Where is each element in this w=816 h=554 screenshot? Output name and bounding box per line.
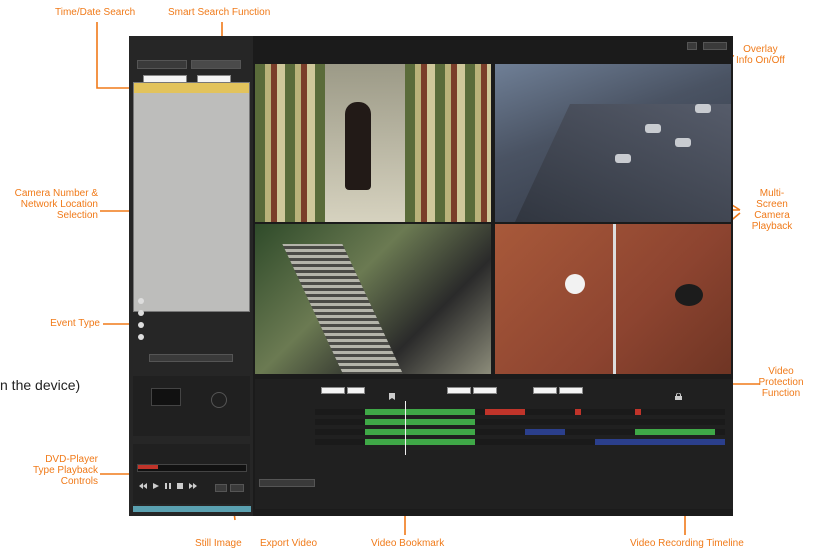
video-bookmark-label: Video Bookmark: [371, 538, 445, 549]
tab-smart-search[interactable]: [191, 60, 241, 69]
road-scene: [500, 104, 731, 222]
record-segment: [635, 429, 715, 435]
event-radio[interactable]: [138, 298, 144, 304]
camera-selection-label: Camera Number & Network Location Selecti…: [14, 188, 98, 221]
event-type-label: Event Type: [50, 318, 100, 329]
recording-timeline[interactable]: [255, 379, 733, 509]
multi-screen-label: Multi- Screen Camera Playback: [751, 188, 793, 232]
fast-forward-icon[interactable]: [189, 476, 197, 489]
search-button[interactable]: [149, 354, 233, 362]
video-protection-label: Video Protection Function: [758, 366, 804, 399]
end-field[interactable]: [533, 387, 557, 394]
timeline-time-field[interactable]: [347, 387, 365, 394]
motion-segment: [525, 429, 565, 435]
person: [675, 284, 703, 306]
lock-icon[interactable]: [675, 387, 682, 400]
timeline-date-field[interactable]: [321, 387, 345, 394]
recording-timeline-label: Video Recording Timeline: [630, 538, 744, 549]
camera-view-4[interactable]: [495, 224, 731, 374]
tree-row-camera[interactable]: [134, 113, 249, 123]
export-video-button[interactable]: [230, 484, 244, 492]
tab-time-search[interactable]: [137, 60, 187, 69]
playback-progress[interactable]: [137, 464, 247, 472]
tree-row-folder[interactable]: [134, 133, 249, 143]
play-icon[interactable]: [153, 476, 159, 489]
camera-tree[interactable]: [133, 82, 250, 312]
event-segment: [575, 409, 581, 415]
time-date-search-label: Time/Date Search: [55, 7, 136, 18]
record-segment: [365, 409, 475, 415]
event-radio[interactable]: [138, 334, 144, 340]
escalator-scene: [282, 244, 408, 374]
event-segment: [635, 409, 641, 415]
track-row: [315, 409, 725, 415]
record-segment: [365, 429, 475, 435]
window-frame: [613, 224, 616, 374]
pause-icon[interactable]: [165, 476, 171, 489]
motion-segment: [595, 439, 725, 445]
tree-row-root[interactable]: [134, 83, 249, 93]
start-time-field[interactable]: [473, 387, 497, 394]
timeline-cursor[interactable]: [405, 401, 406, 455]
export-video-label: Export Video: [260, 538, 318, 549]
tree-row-camera[interactable]: [134, 103, 249, 113]
person: [565, 274, 585, 294]
dvd-controls-label: DVD-Player Type Playback Controls: [32, 454, 98, 487]
car: [615, 154, 631, 163]
smart-search-label: Smart Search Function: [168, 7, 271, 18]
record-segment: [365, 439, 475, 445]
still-image-label: Still Image: [195, 538, 242, 549]
stop-icon[interactable]: [177, 476, 183, 489]
event-type-panel: [133, 288, 250, 350]
car: [645, 124, 661, 133]
ptz-joystick[interactable]: [211, 392, 227, 408]
overlay-label: Overlay Info On/Off: [736, 44, 785, 66]
track-row: [315, 439, 725, 445]
track-row: [315, 429, 725, 435]
camera-view-2[interactable]: [495, 64, 731, 222]
tree-row-camera[interactable]: [134, 123, 249, 133]
tree-row-camera[interactable]: [134, 93, 249, 103]
ptz-preview: [151, 388, 181, 406]
end-time-field[interactable]: [559, 387, 583, 394]
track-row: [315, 419, 725, 425]
start-field[interactable]: [447, 387, 471, 394]
overlay-toggle-button[interactable]: [703, 42, 727, 50]
camera-view-3[interactable]: [255, 224, 491, 374]
left-panel: [129, 36, 253, 516]
status-bar: [133, 506, 251, 512]
event-radio[interactable]: [138, 322, 144, 328]
event-radio[interactable]: [138, 310, 144, 316]
car: [675, 138, 691, 147]
still-image-button[interactable]: [215, 484, 227, 492]
rewind-icon[interactable]: [139, 476, 147, 489]
playback-controls: [133, 444, 250, 504]
ptz-panel: [133, 376, 250, 436]
record-segment: [365, 419, 475, 425]
nvr-playback-window: [129, 36, 733, 516]
timeline-dropdown[interactable]: [259, 479, 315, 487]
overlay-icon[interactable]: [687, 42, 697, 50]
device-text: n the device): [0, 377, 81, 393]
store-aisle: [325, 64, 405, 222]
car: [695, 104, 711, 113]
event-segment: [485, 409, 525, 415]
bookmark-icon[interactable]: [389, 387, 395, 400]
camera-view-1[interactable]: [255, 64, 491, 222]
playback-progress-fill: [138, 465, 158, 469]
